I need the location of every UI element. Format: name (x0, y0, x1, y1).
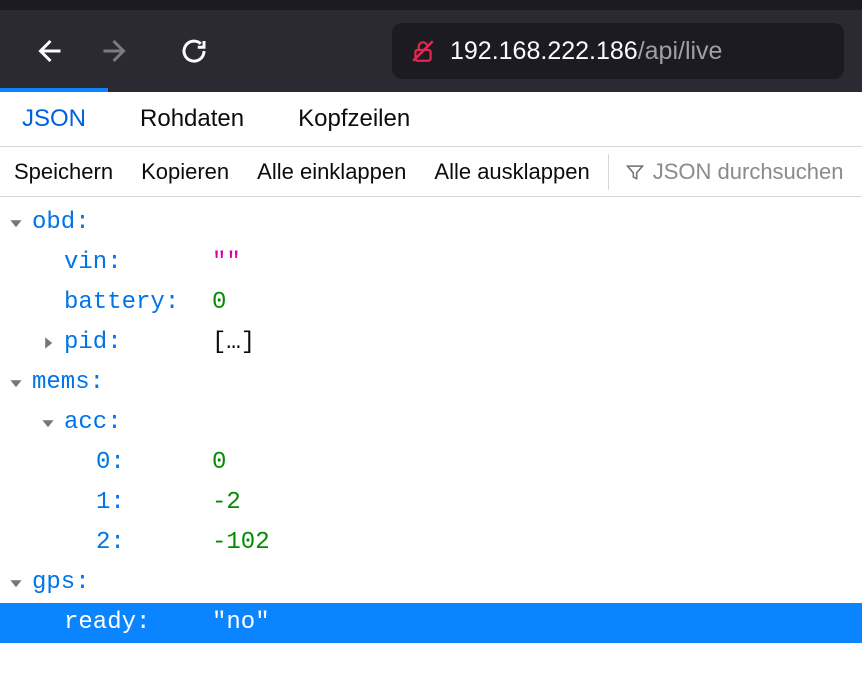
forward-button[interactable] (86, 23, 146, 79)
devtools-tabs: JSON Rohdaten Kopfzeilen (0, 92, 862, 147)
back-button[interactable] (18, 23, 78, 79)
json-key-mems-acc-0[interactable]: 0:0 (0, 443, 862, 483)
json-key-gps-ready[interactable]: ready:"no" (0, 603, 862, 643)
expand-all-button[interactable]: Alle ausklappen (420, 147, 603, 196)
browser-nav-bar: 192.168.222.186/api/live (0, 10, 862, 92)
json-key-mems-acc-1[interactable]: 1:-2 (0, 483, 862, 523)
json-search[interactable] (613, 159, 862, 185)
json-key-obd-vin[interactable]: vin:"" (0, 243, 862, 283)
twisty-down-icon[interactable] (0, 376, 32, 390)
tab-json[interactable]: JSON (0, 92, 108, 146)
toolbar-divider (608, 154, 609, 190)
json-key-obd-battery[interactable]: battery:0 (0, 283, 862, 323)
json-key-obd-pid[interactable]: pid:[…] (0, 323, 862, 363)
json-key-obd[interactable]: obd: (0, 203, 862, 243)
window-titlebar (0, 0, 862, 10)
insecure-lock-icon (410, 38, 436, 64)
json-search-input[interactable] (653, 159, 850, 185)
address-bar[interactable]: 192.168.222.186/api/live (392, 23, 844, 79)
twisty-right-icon[interactable] (32, 336, 64, 350)
twisty-down-icon[interactable] (32, 416, 64, 430)
json-key-mems[interactable]: mems: (0, 363, 862, 403)
collapse-all-button[interactable]: Alle einklappen (243, 147, 420, 196)
twisty-down-icon[interactable] (0, 576, 32, 590)
json-toolbar: Speichern Kopieren Alle einklappen Alle … (0, 147, 862, 197)
tab-headers[interactable]: Kopfzeilen (276, 92, 432, 146)
reload-button[interactable] (164, 23, 224, 79)
url-text: 192.168.222.186/api/live (450, 37, 722, 66)
tab-rawdata[interactable]: Rohdaten (118, 92, 266, 146)
json-viewer: obd: vin:"" battery:0 pid:[…] mems: acc:… (0, 197, 862, 643)
json-key-gps[interactable]: gps: (0, 563, 862, 603)
json-key-mems-acc-2[interactable]: 2:-102 (0, 523, 862, 563)
copy-button[interactable]: Kopieren (127, 147, 243, 196)
json-key-mems-acc[interactable]: acc: (0, 403, 862, 443)
twisty-down-icon[interactable] (0, 216, 32, 230)
save-button[interactable]: Speichern (0, 147, 127, 196)
filter-icon (625, 159, 645, 185)
